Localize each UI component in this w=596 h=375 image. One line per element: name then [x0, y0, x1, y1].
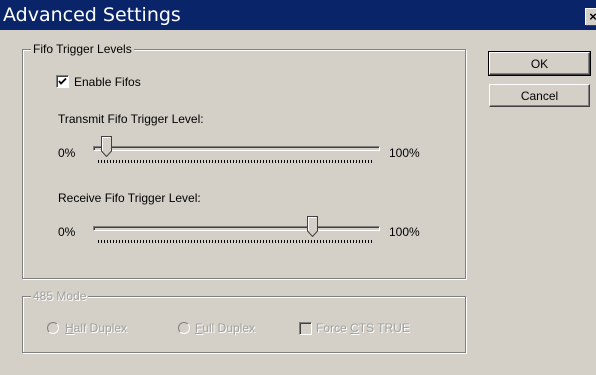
force-cts-true-label[interactable]: Force CTS TRUE [316, 321, 410, 335]
transmit-fifo-label: Transmit Fifo Trigger Level: [58, 112, 204, 126]
title-bar[interactable]: Advanced Settings × [0, 0, 596, 30]
transmit-slider-thumb[interactable] [100, 136, 112, 157]
transmit-min-label: 0% [58, 146, 76, 160]
485-mode-group-label: 485 Mode [31, 289, 89, 303]
receive-slider-track [93, 226, 380, 231]
full-duplex-label[interactable]: Full Duplex [195, 321, 255, 335]
receive-slider-thumb[interactable] [307, 216, 318, 237]
advanced-settings-dialog: Advanced Settings × Fifo Trigger Levels … [0, 0, 596, 375]
receive-min-label: 0% [58, 225, 76, 239]
fifo-trigger-levels-group: Fifo Trigger Levels Enable Fifos Transmi… [22, 42, 466, 279]
transmit-max-label: 100% [389, 146, 420, 160]
receive-max-label: 100% [389, 225, 420, 239]
force-cts-true-checkbox[interactable] [299, 322, 312, 335]
fifo-group-label: Fifo Trigger Levels [31, 42, 134, 56]
enable-fifos-checkbox[interactable] [56, 75, 69, 88]
cancel-button[interactable]: Cancel [489, 84, 590, 107]
close-icon: × [589, 9, 596, 24]
check-mark-icon [58, 77, 67, 85]
ok-button[interactable]: OK [488, 51, 591, 76]
dialog-body: Fifo Trigger Levels Enable Fifos Transmi… [0, 30, 596, 375]
transmit-slider-track [93, 146, 380, 151]
transmit-slider-ticks [98, 160, 374, 163]
enable-fifos-label[interactable]: Enable Fifos [74, 75, 141, 89]
485-mode-group: 485 Mode Half Duplex Full Duplex Force C… [22, 289, 466, 353]
receive-fifo-label: Receive Fifo Trigger Level: [58, 191, 201, 205]
window-title: Advanced Settings [3, 4, 181, 26]
full-duplex-radio[interactable] [178, 322, 190, 334]
half-duplex-radio[interactable] [47, 322, 59, 334]
receive-slider-ticks [98, 240, 374, 243]
close-button[interactable]: × [585, 8, 596, 25]
half-duplex-label[interactable]: Half Duplex [65, 321, 127, 335]
